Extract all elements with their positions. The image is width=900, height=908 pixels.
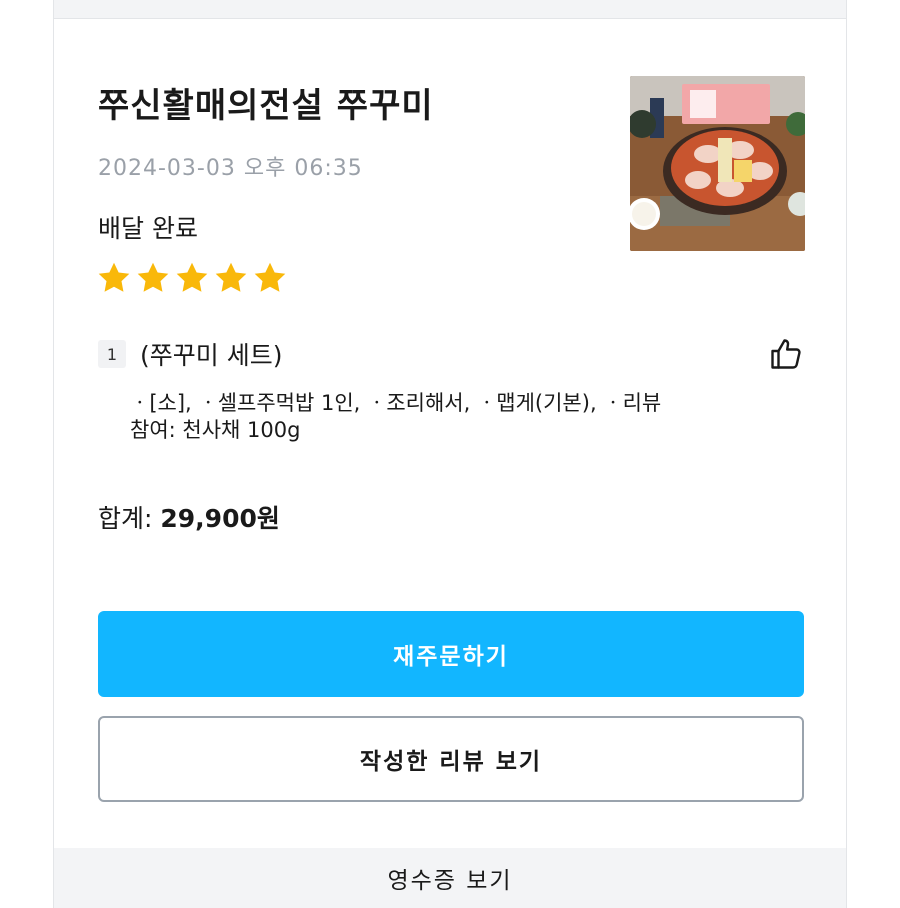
food-photo-illustration [630, 76, 805, 251]
item-options-line-2: 참여: 천사채 100g [130, 418, 301, 442]
order-datetime: 2024-03-03 오후 06:35 [98, 156, 363, 181]
restaurant-name[interactable]: 쭈신활매의전설 쭈꾸미 [98, 78, 434, 127]
rating-stars [96, 260, 288, 296]
view-receipt-button[interactable]: 영수증 보기 [54, 848, 846, 908]
item-options-line-1: ㆍ[소], ㆍ셀프주먹밥 1인, ㆍ조리해서, ㆍ맵게(기본), ㆍ리뷰 [130, 391, 662, 415]
item-options: ㆍ[소], ㆍ셀프주먹밥 1인, ㆍ조리해서, ㆍ맵게(기본), ㆍ리뷰 참여:… [130, 390, 730, 444]
star-icon [254, 262, 286, 292]
thumbs-up-icon[interactable] [768, 336, 804, 372]
item-quantity: 1 [98, 340, 126, 368]
star-icon [98, 262, 130, 292]
total-amount: 29,900원 [160, 504, 280, 533]
food-photo[interactable] [630, 76, 805, 251]
item-name: (쭈꾸미 세트) [140, 341, 283, 370]
order-card: 쭈신활매의전설 쭈꾸미 2024-03-03 오후 06:35 배달 완료 1 … [53, 0, 847, 908]
star-icon [176, 262, 208, 292]
order-total: 합계: 29,900원 [98, 499, 280, 535]
star-icon [215, 262, 247, 292]
top-divider [54, 0, 846, 19]
star-icon [137, 262, 169, 292]
total-label: 합계: [98, 504, 153, 533]
reorder-button[interactable]: 재주문하기 [98, 611, 804, 697]
view-review-button[interactable]: 작성한 리뷰 보기 [98, 716, 804, 802]
order-status: 배달 완료 [98, 214, 198, 243]
